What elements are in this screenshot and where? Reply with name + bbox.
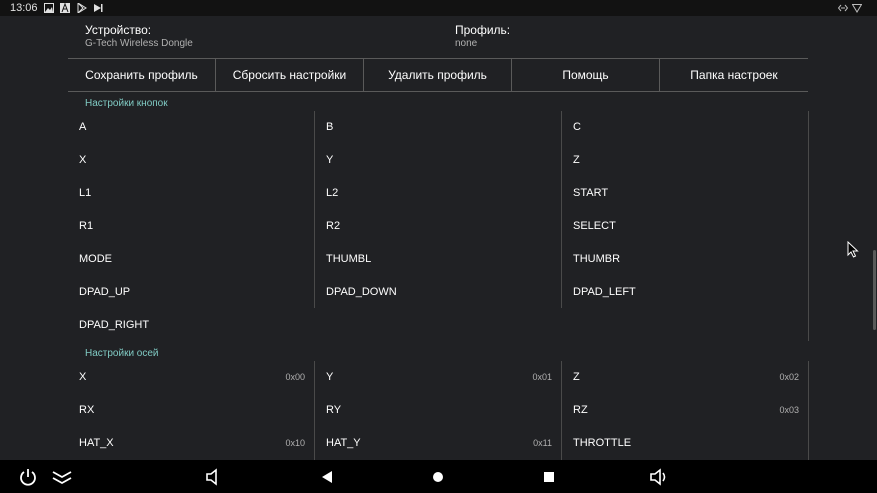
button-name: Z xyxy=(573,154,580,166)
media-play-icon xyxy=(94,4,103,12)
button-mapping-z[interactable]: Z xyxy=(562,144,809,177)
button-mapping-mode[interactable]: MODE xyxy=(68,243,315,276)
button-name: DPAD_UP xyxy=(79,286,131,298)
button-name: C xyxy=(573,121,581,133)
code-arrows-icon xyxy=(838,4,848,12)
button-mapping-select[interactable]: SELECT xyxy=(562,210,809,243)
axis-code: 0x10 xyxy=(285,438,305,448)
button-name: Y xyxy=(326,154,334,166)
axis-name: Z xyxy=(573,371,580,383)
axis-name: X xyxy=(79,371,87,383)
axis-code: 0x00 xyxy=(285,372,305,382)
axis-mapping-y[interactable]: Y 0x01 xyxy=(315,361,562,394)
device-value: G-Tech Wireless Dongle xyxy=(85,38,193,49)
profile-label: Профиль: xyxy=(455,23,511,37)
button-name: L2 xyxy=(326,187,339,199)
button-name: THUMBR xyxy=(573,253,621,265)
button-name: START xyxy=(573,187,609,199)
volume-down-icon[interactable] xyxy=(203,466,225,488)
button-name: DPAD_RIGHT xyxy=(79,319,150,331)
axis-name: RX xyxy=(79,404,95,416)
reset-settings-button[interactable]: Сбросить настройки xyxy=(216,59,364,91)
button-name: L1 xyxy=(79,187,92,199)
axis-code: 0x03 xyxy=(779,405,799,415)
axis-code: 0x01 xyxy=(532,372,552,382)
axis-mapping-x[interactable]: X 0x00 xyxy=(68,361,315,394)
button-name: X xyxy=(79,154,87,166)
axis-name: Y xyxy=(326,371,334,383)
button-mapping-dpad-left[interactable]: DPAD_LEFT xyxy=(562,276,809,309)
home-icon[interactable] xyxy=(427,466,449,488)
button-name: R1 xyxy=(79,220,94,232)
button-mapping-thumbl[interactable]: THUMBL xyxy=(315,243,562,276)
play-store-icon xyxy=(77,3,87,13)
button-name: MODE xyxy=(79,253,112,265)
axis-mapping-hat-x[interactable]: HAT_X 0x10 xyxy=(68,427,315,460)
button-name: DPAD_LEFT xyxy=(573,286,636,298)
button-mapping-a[interactable]: A xyxy=(68,111,315,144)
delete-profile-button[interactable]: Удалить профиль xyxy=(364,59,512,91)
button-name: SELECT xyxy=(573,220,616,232)
wifi-icon xyxy=(852,4,862,13)
recents-icon[interactable] xyxy=(538,466,560,488)
axis-mapping-z[interactable]: Z 0x02 xyxy=(562,361,809,394)
button-mapping-thumbr[interactable]: THUMBR xyxy=(562,243,809,276)
buttons-section-title: Настройки кнопок xyxy=(85,98,168,109)
axes-section-title: Настройки осей xyxy=(85,348,159,359)
image-icon xyxy=(44,3,54,13)
help-button[interactable]: Помощь xyxy=(512,59,660,91)
profile-value: none xyxy=(455,38,478,49)
back-icon[interactable] xyxy=(316,466,338,488)
action-toolbar: Сохранить профиль Сбросить настройки Уда… xyxy=(68,58,808,92)
axes-grid: X 0x00 Y 0x01 Z 0x02 RX RY RZ 0x03 HAT_X 0x10… xyxy=(68,361,809,460)
gamepad-settings-screen: Устройство: G-Tech Wireless Dongle Профи… xyxy=(0,16,877,460)
axis-mapping-hat-y[interactable]: HAT_Y 0x11 xyxy=(315,427,562,460)
button-mapping-r2[interactable]: R2 xyxy=(315,210,562,243)
button-mapping-l2[interactable]: L2 xyxy=(315,177,562,210)
button-name: R2 xyxy=(326,220,341,232)
button-mapping-l1[interactable]: L1 xyxy=(68,177,315,210)
button-mapping-b[interactable]: B xyxy=(315,111,562,144)
axis-code: 0x11 xyxy=(533,438,552,448)
status-bar: 13:06 xyxy=(0,0,877,16)
axis-mapping-rz[interactable]: RZ 0x03 xyxy=(562,394,809,427)
axis-name: HAT_Y xyxy=(326,437,361,449)
axis-mapping-ry[interactable]: RY xyxy=(315,394,562,427)
axis-name: RY xyxy=(326,404,342,416)
button-mapping-start[interactable]: START xyxy=(562,177,809,210)
buttons-grid: A B C X Y Z L1 L2 START R1 R2 SELECT MOD… xyxy=(68,111,809,341)
button-mapping-c[interactable]: C xyxy=(562,111,809,144)
axis-mapping-throttle[interactable]: THROTTLE xyxy=(562,427,809,460)
volume-up-icon[interactable] xyxy=(649,466,671,488)
button-name: THUMBL xyxy=(326,253,372,265)
axis-name: HAT_X xyxy=(79,437,114,449)
button-name: DPAD_DOWN xyxy=(326,286,397,298)
notification-a-icon xyxy=(60,3,70,13)
mouse-cursor-icon xyxy=(847,241,859,258)
axis-name: THROTTLE xyxy=(573,437,632,449)
button-name: B xyxy=(326,121,334,133)
navigation-bar xyxy=(0,460,877,493)
save-profile-button[interactable]: Сохранить профиль xyxy=(68,59,216,91)
axis-code: 0x02 xyxy=(779,372,799,382)
chevrons-down-icon[interactable] xyxy=(51,466,73,488)
status-time: 13:06 xyxy=(10,2,38,14)
button-mapping-dpad-right[interactable]: DPAD_RIGHT xyxy=(68,309,315,342)
button-mapping-y[interactable]: Y xyxy=(315,144,562,177)
settings-folder-button[interactable]: Папка настроек xyxy=(660,59,808,91)
device-label: Устройство: xyxy=(85,23,152,37)
scrollbar[interactable] xyxy=(873,250,876,330)
axis-name: RZ xyxy=(573,404,588,416)
button-mapping-r1[interactable]: R1 xyxy=(68,210,315,243)
button-mapping-x[interactable]: X xyxy=(68,144,315,177)
power-icon[interactable] xyxy=(17,466,39,488)
button-mapping-dpad-down[interactable]: DPAD_DOWN xyxy=(315,276,562,309)
button-mapping-dpad-up[interactable]: DPAD_UP xyxy=(68,276,315,309)
button-name: A xyxy=(79,121,87,133)
axis-mapping-rx[interactable]: RX xyxy=(68,394,315,427)
